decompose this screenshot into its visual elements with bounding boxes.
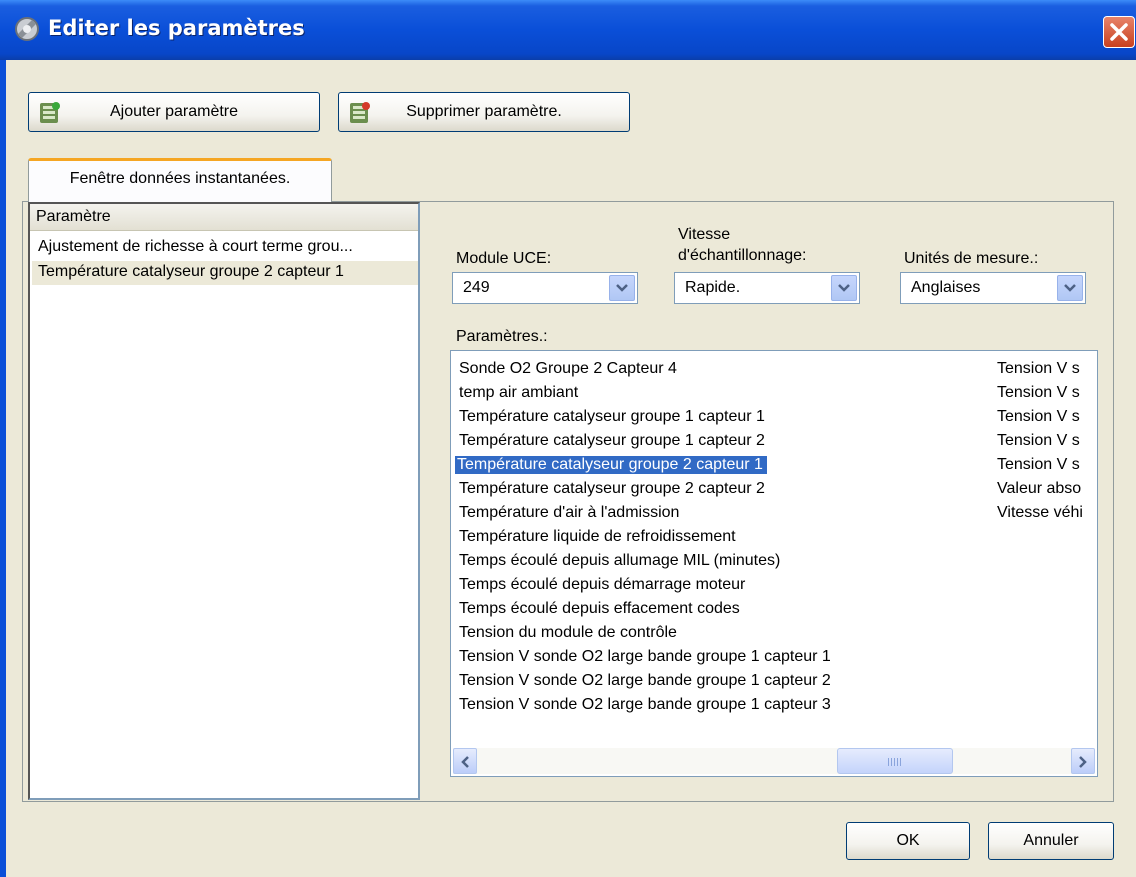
module-select[interactable]: 249 bbox=[452, 272, 638, 304]
param-name: Temps écoulé depuis démarrage moteur bbox=[459, 576, 746, 593]
window-border bbox=[0, 60, 6, 877]
speed-label-line2: d'échantillonnage: bbox=[678, 247, 807, 264]
module-dropdown-button[interactable] bbox=[609, 275, 635, 301]
remove-parameter-label: Supprimer paramètre. bbox=[406, 103, 562, 120]
param-name: Température catalyseur groupe 2 capteur … bbox=[459, 480, 765, 497]
units-label: Unités de mesure.: bbox=[904, 250, 1039, 267]
units-select[interactable]: Anglaises bbox=[900, 272, 1086, 304]
add-parameter-label: Ajouter paramètre bbox=[109, 103, 239, 120]
params-label: Paramètres.: bbox=[456, 328, 548, 345]
param-row[interactable]: temp air ambiant Tension V s bbox=[453, 383, 1097, 407]
param-row[interactable]: Température d'air à l'admission Vitesse v… bbox=[453, 503, 1097, 527]
param-name: Température catalyseur groupe 2 capteur … bbox=[454, 455, 768, 475]
param-name: Tension du module de contrôle bbox=[459, 624, 677, 641]
param-row[interactable]: Temps écoulé depuis allumage MIL (minute… bbox=[453, 551, 1097, 575]
parameter-column-header: Paramètre bbox=[36, 208, 111, 225]
param-unit: Tension V s bbox=[997, 384, 1080, 401]
scroll-thumb[interactable] bbox=[837, 748, 953, 774]
param-name: Tension V sonde O2 large bande groupe 1 … bbox=[459, 672, 831, 689]
list-item-label: Ajustement de richesse à court terme gro… bbox=[38, 238, 353, 255]
parameter-list[interactable]: Paramètre Ajustement de richesse à court… bbox=[28, 202, 420, 800]
cancel-label: Annuler bbox=[1023, 832, 1079, 849]
param-unit: Tension V s bbox=[997, 408, 1080, 425]
horizontal-scrollbar[interactable] bbox=[453, 748, 1095, 774]
speed-value: Rapide. bbox=[685, 279, 741, 296]
units-value: Anglaises bbox=[911, 279, 981, 296]
param-row[interactable]: Tension du module de contrôle bbox=[453, 623, 1097, 647]
tab-label: Fenêtre données instantanées. bbox=[69, 170, 291, 187]
window-title: Editer les paramètres bbox=[48, 16, 305, 40]
chevron-down-icon bbox=[616, 284, 628, 292]
scroll-right-button[interactable] bbox=[1071, 748, 1095, 774]
param-row[interactable]: Temps écoulé depuis démarrage moteur bbox=[453, 575, 1097, 599]
param-unit: Vitesse véhi bbox=[997, 504, 1083, 521]
ok-button[interactable]: OK bbox=[846, 822, 970, 860]
speed-label-line1: Vitesse bbox=[678, 226, 731, 243]
param-row[interactable]: Température catalyseur groupe 1 capteur … bbox=[453, 407, 1097, 431]
list-item[interactable]: Ajustement de richesse à court terme gro… bbox=[32, 236, 418, 260]
scroll-grip bbox=[888, 758, 902, 766]
param-unit: Tension V s bbox=[997, 456, 1080, 473]
param-row[interactable]: Température catalyseur groupe 1 capteur … bbox=[453, 431, 1097, 455]
chevron-left-icon bbox=[461, 756, 469, 768]
settings-icon bbox=[15, 17, 39, 41]
param-unit: Valeur abso bbox=[997, 480, 1082, 497]
chevron-right-icon bbox=[1079, 756, 1087, 768]
param-unit: Tension V s bbox=[997, 360, 1080, 377]
param-row[interactable]: Tension V sonde O2 large bande groupe 1 … bbox=[453, 671, 1097, 695]
param-name: Tension V sonde O2 large bande groupe 1 … bbox=[459, 648, 831, 665]
param-row[interactable]: Sonde O2 Groupe 2 Capteur 4 Tension V s bbox=[453, 359, 1097, 383]
param-name: Température liquide de refroidissement bbox=[459, 528, 736, 545]
param-row[interactable]: Température catalyseur groupe 2 capteur … bbox=[453, 479, 1097, 503]
speed-dropdown-button[interactable] bbox=[831, 275, 857, 301]
param-name: Temps écoulé depuis effacement codes bbox=[459, 600, 740, 617]
param-row-selected[interactable]: Température catalyseur groupe 2 capteur … bbox=[453, 455, 1097, 479]
cancel-button[interactable]: Annuler bbox=[988, 822, 1114, 860]
list-item-label: Température catalyseur groupe 2 capteur … bbox=[38, 263, 344, 280]
param-name: Température catalyseur groupe 1 capteur … bbox=[459, 432, 765, 449]
param-name: Tension V sonde O2 large bande groupe 1 … bbox=[459, 696, 831, 713]
chevron-down-icon bbox=[838, 284, 850, 292]
param-row[interactable]: Tension V sonde O2 large bande groupe 1 … bbox=[453, 647, 1097, 671]
speed-select[interactable]: Rapide. bbox=[674, 272, 860, 304]
chevron-down-icon bbox=[1064, 284, 1076, 292]
param-name: temp air ambiant bbox=[459, 384, 579, 401]
add-parameter-button[interactable]: Ajouter paramètre bbox=[28, 92, 320, 132]
module-value: 249 bbox=[463, 279, 490, 296]
close-icon bbox=[1110, 23, 1128, 41]
list-item-selected[interactable]: Température catalyseur groupe 2 capteur … bbox=[32, 261, 418, 285]
parameter-list-header[interactable]: Paramètre bbox=[30, 204, 418, 231]
module-label: Module UCE: bbox=[456, 250, 552, 267]
tab-snapshot-window[interactable]: Fenêtre données instantanées. bbox=[28, 158, 332, 202]
units-dropdown-button[interactable] bbox=[1057, 275, 1083, 301]
param-name: Temps écoulé depuis allumage MIL (minute… bbox=[459, 552, 781, 569]
param-row[interactable]: Tension V sonde O2 large bande groupe 1 … bbox=[453, 695, 1097, 719]
remove-parameter-button[interactable]: Supprimer paramètre. bbox=[338, 92, 630, 132]
ok-label: OK bbox=[896, 832, 920, 849]
param-name: Sonde O2 Groupe 2 Capteur 4 bbox=[459, 360, 677, 377]
title-bar: Editer les paramètres bbox=[0, 0, 1136, 60]
param-name: Température d'air à l'admission bbox=[459, 504, 680, 521]
param-row[interactable]: Temps écoulé depuis effacement codes bbox=[453, 599, 1097, 623]
param-name: Température catalyseur groupe 1 capteur … bbox=[459, 408, 765, 425]
scroll-left-button[interactable] bbox=[453, 748, 477, 774]
close-button[interactable] bbox=[1103, 16, 1135, 48]
params-listbox[interactable]: Sonde O2 Groupe 2 Capteur 4 Tension V s t… bbox=[450, 350, 1098, 777]
param-row[interactable]: Température liquide de refroidissement bbox=[453, 527, 1097, 551]
param-unit: Tension V s bbox=[997, 432, 1080, 449]
